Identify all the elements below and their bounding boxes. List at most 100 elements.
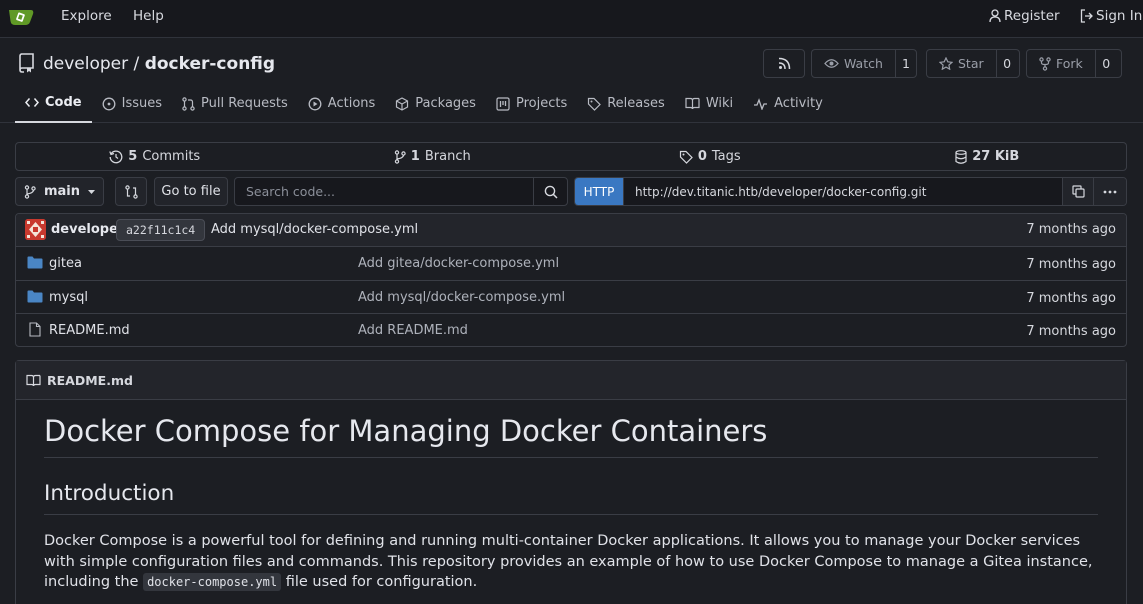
code-search-input[interactable] [235, 178, 533, 205]
readme-filename[interactable]: README.md [47, 373, 133, 388]
watch-label: Watch [844, 56, 883, 71]
tag-icon [588, 97, 602, 111]
repo-name-link[interactable]: docker-config [145, 54, 275, 74]
file-commit-message[interactable]: Add README.md [358, 323, 468, 338]
file-commit-time: 7 months ago [1026, 290, 1116, 306]
commit-author[interactable]: developer [51, 222, 124, 237]
go-to-file-button[interactable]: Go to file [154, 177, 228, 206]
tags-label: Tags [711, 149, 741, 164]
tab-pull-requests[interactable]: Pull Requests [172, 84, 298, 123]
commits-count: 5 [128, 149, 138, 164]
repo-owner-link[interactable]: developer [43, 54, 128, 74]
eye-icon [824, 59, 839, 68]
book-icon [685, 97, 700, 110]
file-row-mysql[interactable]: mysql Add mysql/docker-compose.yml 7 mon… [16, 281, 1126, 314]
history-icon [109, 149, 123, 163]
repo-stats-bar: 5 Commits 1 Branch 0 Tags 27 KiB [15, 142, 1127, 171]
tab-projects-label: Projects [515, 96, 568, 111]
go-to-file-label: Go to file [161, 184, 221, 199]
file-list: developer a22f11c1c4 Add mysql/docker-co… [15, 213, 1127, 347]
branch-icon [24, 184, 36, 199]
fork-count[interactable]: 0 [1094, 50, 1117, 77]
nav-explore-link[interactable]: Explore [61, 8, 112, 24]
file-row-readme[interactable]: README.md Add README.md 7 months ago [16, 314, 1126, 346]
tab-activity-label: Activity [774, 96, 823, 111]
copy-url-button[interactable] [1062, 178, 1093, 205]
sign-in-icon [1080, 9, 1093, 23]
readme-heading-1: Docker Compose for Managing Docker Conta… [44, 414, 1098, 458]
fork-icon [1039, 56, 1051, 71]
commit-sha-button[interactable]: a22f11c1c4 [116, 219, 206, 241]
tab-releases[interactable]: Releases [577, 84, 675, 123]
search-button[interactable] [533, 178, 567, 205]
tab-issues-label: Issues [121, 96, 162, 111]
repo-separator: / [133, 54, 140, 74]
readme-content: Docker Compose for Managing Docker Conta… [16, 414, 1126, 593]
kebab-horizontal-icon [1103, 190, 1117, 193]
tab-issues[interactable]: Issues [92, 84, 172, 123]
star-count[interactable]: 0 [995, 50, 1018, 77]
register-link[interactable]: Register [989, 8, 1060, 24]
file-commit-message[interactable]: Add mysql/docker-compose.yml [358, 290, 565, 305]
person-icon [989, 9, 1001, 23]
readme-heading-introduction: Introduction [44, 481, 1098, 515]
tab-wiki[interactable]: Wiki [675, 84, 743, 123]
code-icon [25, 98, 39, 107]
clone-panel: HTTP http://dev.titanic.htb/developer/do… [574, 177, 1127, 206]
fork-button[interactable]: Fork 0 [1026, 49, 1122, 78]
tab-actions[interactable]: Actions [298, 84, 386, 123]
sign-in-link[interactable]: Sign In [1080, 8, 1142, 24]
repo-size: 27 KiB [972, 149, 1020, 164]
avatar[interactable] [25, 219, 46, 240]
file-name[interactable]: gitea [49, 256, 82, 271]
star-icon [939, 57, 953, 70]
rss-icon [778, 57, 790, 70]
tags-stat[interactable]: 0 Tags [571, 143, 849, 170]
branch-label: Branch [424, 149, 471, 164]
readme-text-end: file used for configuration. [281, 574, 478, 590]
tab-code[interactable]: Code [15, 84, 92, 123]
branch-count: 1 [410, 149, 420, 164]
top-navbar: Explore Help Register Sign In [0, 0, 1143, 38]
tab-activity[interactable]: Activity [743, 84, 833, 123]
branch-icon [394, 149, 406, 164]
clone-url-field[interactable]: http://dev.titanic.htb/developer/docker-… [623, 178, 1062, 205]
branch-name: main [43, 184, 81, 199]
more-options-button[interactable] [1093, 178, 1126, 205]
star-button[interactable]: Star 0 [926, 49, 1020, 78]
watch-button[interactable]: Watch 1 [811, 49, 917, 78]
branch-dropdown[interactable]: main [15, 177, 104, 206]
sign-in-label: Sign In [1096, 8, 1143, 24]
rss-button[interactable] [763, 49, 805, 78]
fork-label: Fork [1056, 56, 1083, 71]
tab-actions-label: Actions [327, 96, 376, 111]
compare-button[interactable] [115, 177, 147, 206]
tab-code-label: Code [45, 95, 82, 110]
commits-stat[interactable]: 5 Commits [16, 143, 294, 170]
size-stat[interactable]: 27 KiB [849, 143, 1127, 170]
star-label: Star [958, 56, 984, 71]
gitea-logo-icon[interactable] [7, 5, 35, 27]
file-row-gitea[interactable]: gitea Add gitea/docker-compose.yml 7 mon… [16, 247, 1126, 281]
package-icon [396, 96, 409, 111]
tab-packages[interactable]: Packages [385, 84, 486, 123]
file-commit-time: 7 months ago [1026, 257, 1116, 272]
commit-message[interactable]: Add mysql/docker-compose.yml [211, 222, 418, 237]
tab-pull-requests-label: Pull Requests [201, 96, 288, 111]
file-name[interactable]: mysql [49, 290, 88, 305]
branch-stat[interactable]: 1 Branch [294, 143, 572, 170]
compare-icon [124, 184, 138, 199]
repo-header: developer / docker-config Watch 1 Star 0… [0, 38, 1143, 123]
project-icon [496, 96, 510, 111]
commit-time: 7 months ago [1026, 222, 1116, 237]
repo-tabs: Code Issues Pull Requests Actions Packag… [15, 84, 833, 123]
nav-help-link[interactable]: Help [133, 8, 164, 24]
folder-icon [27, 290, 43, 302]
clone-protocol-http[interactable]: HTTP [575, 178, 623, 205]
tab-projects[interactable]: Projects [486, 84, 577, 123]
file-name[interactable]: README.md [49, 323, 130, 338]
file-commit-message[interactable]: Add gitea/docker-compose.yml [358, 256, 559, 271]
watch-count[interactable]: 1 [894, 50, 916, 77]
readme-paragraph: Docker Compose is a powerful tool for de… [44, 531, 1098, 593]
file-icon [29, 322, 41, 337]
